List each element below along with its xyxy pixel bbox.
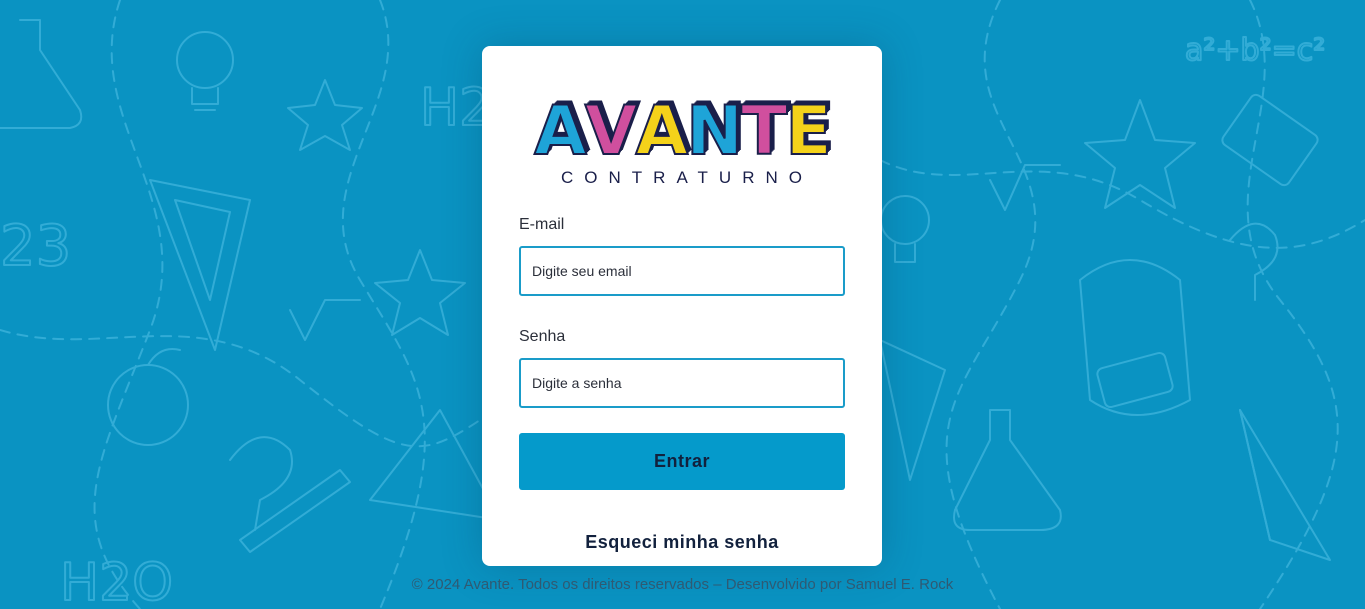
logo-letter: A (533, 92, 588, 171)
password-label: Senha (519, 328, 566, 345)
logo-letter: V (584, 92, 639, 171)
logo-wordmark: AVANTE (530, 92, 834, 171)
logo-letter: T (740, 92, 788, 171)
logo-letter: A (634, 92, 689, 171)
email-field[interactable] (519, 246, 845, 296)
forgot-password-link[interactable]: Esqueci minha senha (482, 532, 882, 553)
svg-text:a²+b²=c²: a²+b²=c² (1185, 33, 1325, 68)
login-button[interactable]: Entrar (519, 433, 845, 490)
logo-letter: E (784, 92, 832, 171)
svg-text:23: 23 (0, 214, 71, 279)
password-field[interactable] (519, 358, 845, 408)
avante-logo: AVANTE CONTRATURNO (530, 96, 834, 188)
email-label: E-mail (519, 216, 565, 233)
login-card: AVANTE CONTRATURNO E-mail Senha Entrar E… (482, 46, 882, 566)
logo-letter: N (685, 92, 744, 171)
footer-copyright: © 2024 Avante. Todos os direitos reserva… (411, 576, 954, 593)
logo-subtitle: CONTRATURNO (561, 168, 813, 187)
